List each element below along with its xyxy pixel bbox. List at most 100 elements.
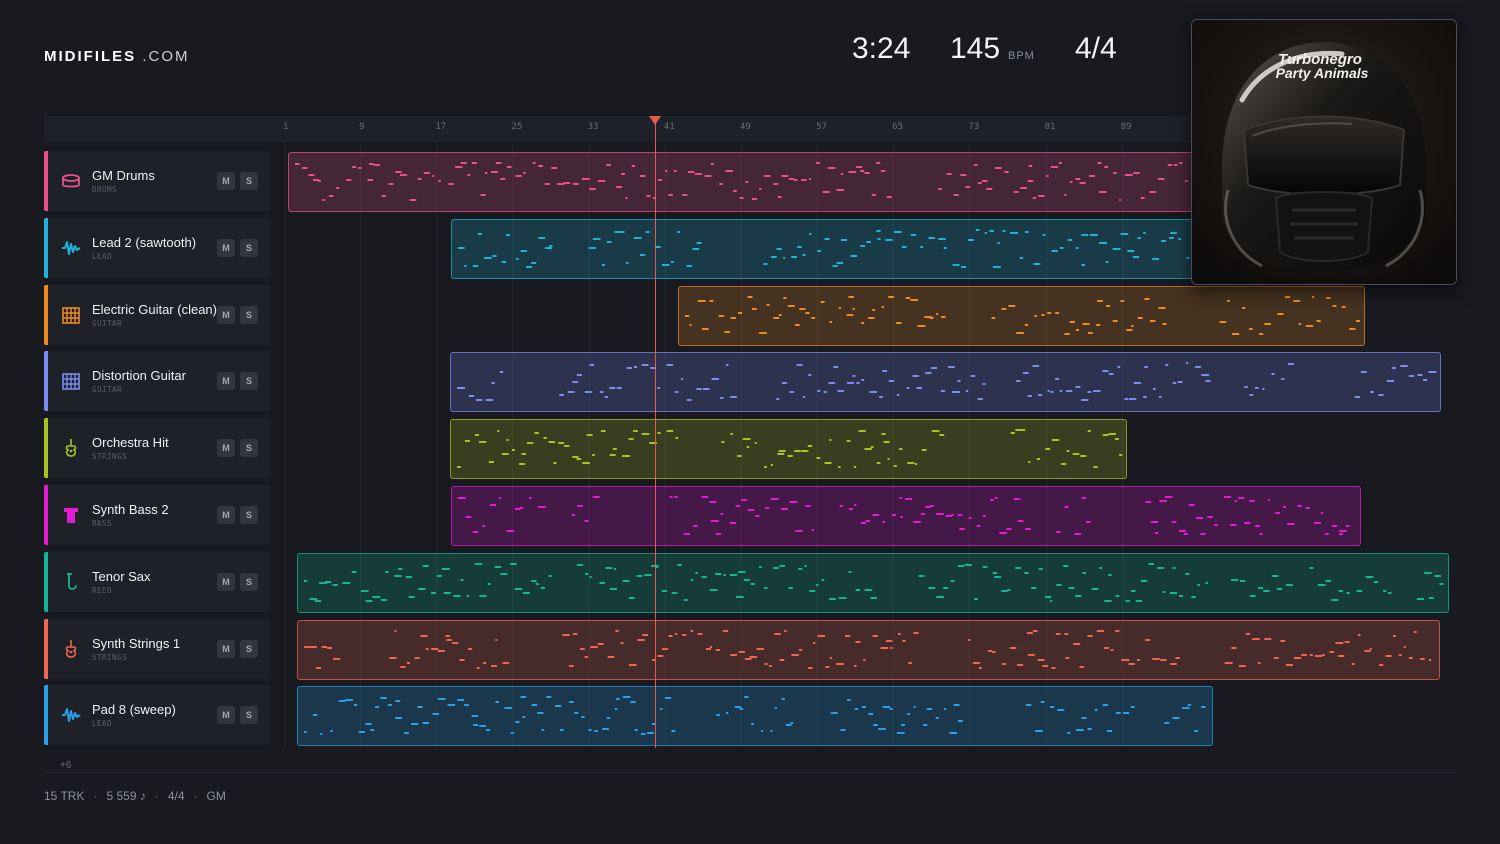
midi-note xyxy=(1259,533,1263,535)
mute-button[interactable]: M xyxy=(217,172,235,190)
midi-note xyxy=(1144,639,1150,641)
midi-note xyxy=(1024,231,1029,233)
midi-note xyxy=(677,564,682,566)
solo-button[interactable]: S xyxy=(240,439,258,457)
midi-note xyxy=(1351,663,1355,665)
mute-button[interactable]: M xyxy=(217,239,235,257)
track-name[interactable]: Pad 8 (sweep) xyxy=(92,702,176,717)
track-header[interactable]: Synth Bass 2 BASS M S xyxy=(44,485,270,545)
track-header[interactable]: GM Drums DRUMS M S xyxy=(44,151,270,211)
midi-note xyxy=(848,571,852,573)
mute-button[interactable]: M xyxy=(217,506,235,524)
track-header[interactable]: Distortion Guitar GUITAR M S xyxy=(44,351,270,411)
footer-divider xyxy=(44,772,1456,773)
playhead-marker[interactable] xyxy=(649,116,661,125)
track-header[interactable]: Lead 2 (sawtooth) LEAD M S xyxy=(44,218,270,278)
track-name[interactable]: Tenor Sax xyxy=(92,569,151,584)
midi-note xyxy=(1183,533,1188,535)
midi-note xyxy=(322,199,325,201)
midi-note xyxy=(312,714,318,716)
track-name[interactable]: Synth Bass 2 xyxy=(92,502,169,517)
midi-note xyxy=(555,705,562,707)
solo-button[interactable]: S xyxy=(240,573,258,591)
midi-note xyxy=(784,630,787,632)
track-header[interactable]: Electric Guitar (clean) GUITAR M S xyxy=(44,285,270,345)
midi-note xyxy=(1268,499,1271,501)
midi-note xyxy=(845,635,851,637)
midi-note xyxy=(1297,505,1302,507)
midi-note xyxy=(423,172,430,174)
mute-button[interactable]: M xyxy=(217,372,235,390)
midi-note xyxy=(395,700,401,702)
mute-button[interactable]: M xyxy=(217,706,235,724)
midi-note xyxy=(957,514,963,516)
midi-note xyxy=(572,456,579,458)
midi-clip[interactable] xyxy=(297,620,1440,680)
playhead-line[interactable] xyxy=(655,122,656,748)
midi-note xyxy=(725,170,733,172)
midi-note xyxy=(1086,521,1091,523)
midi-note xyxy=(389,657,397,659)
solo-button[interactable]: S xyxy=(240,239,258,257)
midi-note xyxy=(809,178,812,180)
midi-note xyxy=(637,639,645,641)
midi-note xyxy=(854,504,857,506)
solo-button[interactable]: S xyxy=(240,306,258,324)
solo-button[interactable]: S xyxy=(240,506,258,524)
midi-note xyxy=(829,598,836,600)
track-header[interactable]: Tenor Sax REED M S xyxy=(44,552,270,612)
track-name[interactable]: Lead 2 (sawtooth) xyxy=(92,235,196,250)
midi-clip[interactable] xyxy=(297,686,1213,746)
midi-note xyxy=(789,391,794,393)
mute-button[interactable]: M xyxy=(217,640,235,658)
track-name[interactable]: Distortion Guitar xyxy=(92,368,186,383)
midi-note xyxy=(709,646,713,648)
solo-button[interactable]: S xyxy=(240,172,258,190)
track-category: BASS xyxy=(92,519,113,528)
midi-note xyxy=(759,332,767,334)
brand-logo: MIDIFILES .COM xyxy=(44,48,190,65)
midi-note xyxy=(1046,175,1049,177)
midi-note xyxy=(899,448,903,450)
midi-note xyxy=(588,729,592,731)
midi-note xyxy=(795,324,800,326)
track-header[interactable]: Pad 8 (sweep) LEAD M S xyxy=(44,685,270,745)
midi-clip[interactable] xyxy=(450,419,1127,479)
midi-note xyxy=(809,233,812,235)
more-tracks-indicator[interactable]: +6 xyxy=(60,760,71,771)
midi-note xyxy=(709,501,717,503)
track-category: GUITAR xyxy=(92,385,123,394)
track-header[interactable]: Synth Strings 1 STRINGS M S xyxy=(44,619,270,679)
midi-note xyxy=(1120,300,1125,302)
midi-note xyxy=(622,455,630,457)
midi-note xyxy=(1157,567,1164,569)
mute-button[interactable]: M xyxy=(217,573,235,591)
midi-note xyxy=(304,580,308,582)
track-header[interactable]: Orchestra Hit STRINGS M S xyxy=(44,418,270,478)
midi-note xyxy=(510,563,517,565)
midi-clip[interactable] xyxy=(297,553,1449,613)
track-name[interactable]: Synth Strings 1 xyxy=(92,636,180,651)
midi-clip[interactable] xyxy=(450,352,1441,412)
midi-note xyxy=(685,315,690,317)
midi-clip[interactable] xyxy=(451,486,1361,546)
midi-note xyxy=(735,596,744,598)
track-name[interactable]: Electric Guitar (clean) xyxy=(92,302,217,317)
midi-note xyxy=(905,498,913,500)
midi-note xyxy=(701,496,709,498)
track-name[interactable]: GM Drums xyxy=(92,168,155,183)
solo-button[interactable]: S xyxy=(240,372,258,390)
track-name[interactable]: Orchestra Hit xyxy=(92,435,169,450)
mute-button[interactable]: M xyxy=(217,439,235,457)
midi-note xyxy=(599,391,604,393)
midi-clip[interactable] xyxy=(678,286,1365,346)
midi-note xyxy=(737,455,742,457)
midi-note xyxy=(1129,398,1137,400)
midi-note xyxy=(1414,631,1417,633)
midi-note xyxy=(847,699,851,701)
midi-note xyxy=(681,378,684,380)
mute-button[interactable]: M xyxy=(217,306,235,324)
solo-button[interactable]: S xyxy=(240,640,258,658)
midi-note xyxy=(1262,388,1265,390)
solo-button[interactable]: S xyxy=(240,706,258,724)
